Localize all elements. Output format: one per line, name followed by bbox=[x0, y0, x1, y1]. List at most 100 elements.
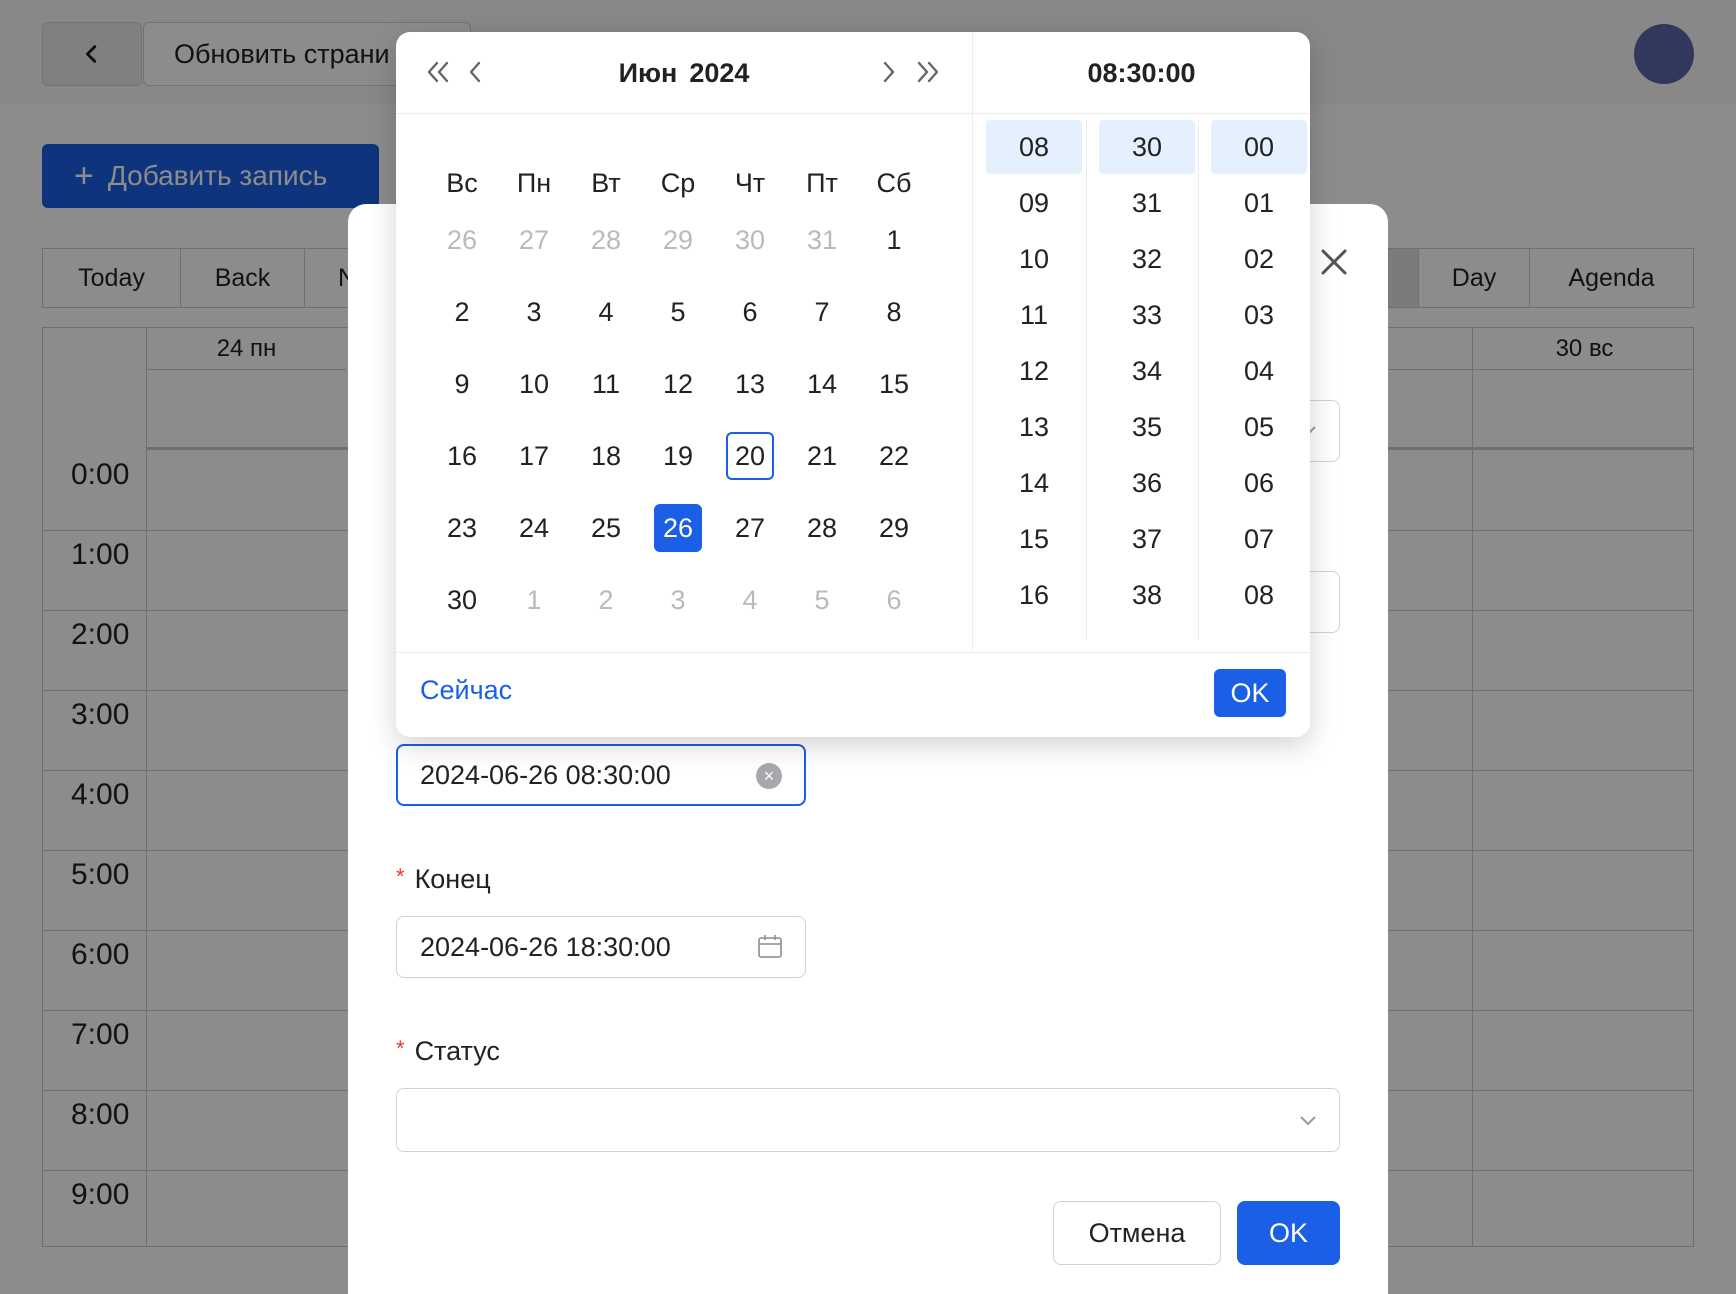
day-cell[interactable]: 25 bbox=[582, 504, 630, 552]
hour-option[interactable]: 08 bbox=[986, 120, 1082, 174]
day-cell[interactable]: 27 bbox=[510, 216, 558, 264]
day-cell[interactable]: 13 bbox=[726, 360, 774, 408]
double-chevron-right-icon[interactable] bbox=[910, 54, 946, 90]
minute-option[interactable]: 36 bbox=[1099, 456, 1195, 510]
day-cell[interactable]: 1 bbox=[510, 576, 558, 624]
day-cell-selected[interactable]: 26 bbox=[654, 504, 702, 552]
day-cell[interactable]: 8 bbox=[870, 288, 918, 336]
minute-option[interactable]: 33 bbox=[1099, 288, 1195, 342]
minutes-column[interactable]: 30 31 32 33 34 35 36 37 38 bbox=[1093, 120, 1205, 640]
day-cell[interactable]: 16 bbox=[438, 432, 486, 480]
day-cell[interactable]: 27 bbox=[726, 504, 774, 552]
hour-option[interactable]: 16 bbox=[986, 568, 1082, 622]
end-label-text: Конец bbox=[414, 864, 491, 894]
hour-option[interactable]: 09 bbox=[986, 176, 1082, 230]
seconds-column[interactable]: 00 01 02 03 04 05 06 07 08 bbox=[1205, 120, 1317, 640]
day-cell[interactable]: 15 bbox=[870, 360, 918, 408]
second-option[interactable]: 04 bbox=[1211, 344, 1307, 398]
day-cell[interactable]: 29 bbox=[870, 504, 918, 552]
weekday-label: Чт bbox=[734, 168, 766, 198]
day-cell[interactable]: 10 bbox=[510, 360, 558, 408]
day-cell[interactable]: 12 bbox=[654, 360, 702, 408]
weekday-label: Ср bbox=[660, 168, 696, 198]
day-cell[interactable]: 5 bbox=[798, 576, 846, 624]
day-cell[interactable]: 30 bbox=[726, 216, 774, 264]
picker-year[interactable]: 2024 bbox=[689, 58, 749, 88]
minute-option[interactable]: 34 bbox=[1099, 344, 1195, 398]
day-cell[interactable]: 2 bbox=[438, 288, 486, 336]
second-option[interactable]: 08 bbox=[1211, 568, 1307, 622]
hour-option[interactable]: 15 bbox=[986, 512, 1082, 566]
hour-option[interactable]: 11 bbox=[986, 288, 1082, 342]
hour-option[interactable]: 14 bbox=[986, 456, 1082, 510]
required-asterisk: * bbox=[396, 1036, 405, 1061]
required-asterisk: * bbox=[396, 864, 405, 889]
day-cell[interactable]: 29 bbox=[654, 216, 702, 264]
hours-column[interactable]: 08 09 10 11 12 13 14 15 16 bbox=[980, 120, 1092, 640]
day-cell[interactable]: 28 bbox=[582, 216, 630, 264]
second-option[interactable]: 00 bbox=[1211, 120, 1307, 174]
second-option[interactable]: 06 bbox=[1211, 456, 1307, 510]
day-cell[interactable]: 11 bbox=[582, 360, 630, 408]
day-cell[interactable]: 5 bbox=[654, 288, 702, 336]
day-cell[interactable]: 17 bbox=[510, 432, 558, 480]
day-cell[interactable]: 9 bbox=[438, 360, 486, 408]
day-cell[interactable]: 14 bbox=[798, 360, 846, 408]
end-datetime-value: 2024-06-26 18:30:00 bbox=[420, 932, 671, 962]
start-datetime-input[interactable]: 2024-06-26 08:30:00 × bbox=[396, 744, 806, 806]
day-cell[interactable]: 31 bbox=[798, 216, 846, 264]
minute-option[interactable]: 35 bbox=[1099, 400, 1195, 454]
cancel-button[interactable]: Отмена bbox=[1053, 1201, 1221, 1265]
picker-footer: Сейчас OK bbox=[396, 652, 1310, 737]
second-option[interactable]: 02 bbox=[1211, 232, 1307, 286]
weekday-label: Вт bbox=[591, 168, 621, 198]
day-cell[interactable]: 1 bbox=[870, 216, 918, 264]
weekday-label: Вс bbox=[446, 168, 478, 198]
day-cell[interactable]: 24 bbox=[510, 504, 558, 552]
picker-month[interactable]: Июн bbox=[619, 58, 678, 88]
day-cell[interactable]: 23 bbox=[438, 504, 486, 552]
picker-header: Июн 2024 bbox=[396, 32, 972, 114]
day-cell[interactable]: 4 bbox=[726, 576, 774, 624]
day-cell[interactable]: 2 bbox=[582, 576, 630, 624]
picker-ok-button[interactable]: OK bbox=[1214, 669, 1286, 717]
day-cell[interactable]: 30 bbox=[438, 576, 486, 624]
second-option[interactable]: 07 bbox=[1211, 512, 1307, 566]
close-icon[interactable] bbox=[1316, 244, 1352, 280]
day-cell-today[interactable]: 20 bbox=[726, 432, 774, 480]
second-option[interactable]: 01 bbox=[1211, 176, 1307, 230]
day-cell[interactable]: 22 bbox=[870, 432, 918, 480]
minute-option[interactable]: 30 bbox=[1099, 120, 1195, 174]
day-cell[interactable]: 3 bbox=[654, 576, 702, 624]
end-label: * Конец bbox=[396, 864, 491, 895]
end-datetime-input[interactable]: 2024-06-26 18:30:00 bbox=[396, 916, 806, 978]
minute-option[interactable]: 31 bbox=[1099, 176, 1195, 230]
now-link[interactable]: Сейчас bbox=[420, 675, 512, 706]
hour-option[interactable]: 10 bbox=[986, 232, 1082, 286]
status-select[interactable] bbox=[396, 1088, 1340, 1152]
weekday-label: Сб bbox=[876, 168, 912, 198]
hour-option[interactable]: 12 bbox=[986, 344, 1082, 398]
calendar-icon bbox=[758, 935, 782, 958]
day-cell[interactable]: 19 bbox=[654, 432, 702, 480]
day-cell[interactable]: 3 bbox=[510, 288, 558, 336]
chevron-down-icon bbox=[1300, 1116, 1316, 1126]
chevron-right-icon[interactable] bbox=[870, 54, 906, 90]
hour-option[interactable]: 13 bbox=[986, 400, 1082, 454]
day-cell[interactable]: 4 bbox=[582, 288, 630, 336]
day-cell[interactable]: 21 bbox=[798, 432, 846, 480]
day-cell[interactable]: 28 bbox=[798, 504, 846, 552]
day-cell[interactable]: 26 bbox=[438, 216, 486, 264]
picker-time-display: 08:30:00 bbox=[973, 32, 1310, 114]
minute-option[interactable]: 32 bbox=[1099, 232, 1195, 286]
day-cell[interactable]: 7 bbox=[798, 288, 846, 336]
second-option[interactable]: 05 bbox=[1211, 400, 1307, 454]
ok-button[interactable]: OK bbox=[1237, 1201, 1340, 1265]
day-cell[interactable]: 6 bbox=[870, 576, 918, 624]
clear-circle-icon[interactable]: × bbox=[756, 763, 782, 789]
minute-option[interactable]: 37 bbox=[1099, 512, 1195, 566]
second-option[interactable]: 03 bbox=[1211, 288, 1307, 342]
minute-option[interactable]: 38 bbox=[1099, 568, 1195, 622]
day-cell[interactable]: 18 bbox=[582, 432, 630, 480]
day-cell[interactable]: 6 bbox=[726, 288, 774, 336]
